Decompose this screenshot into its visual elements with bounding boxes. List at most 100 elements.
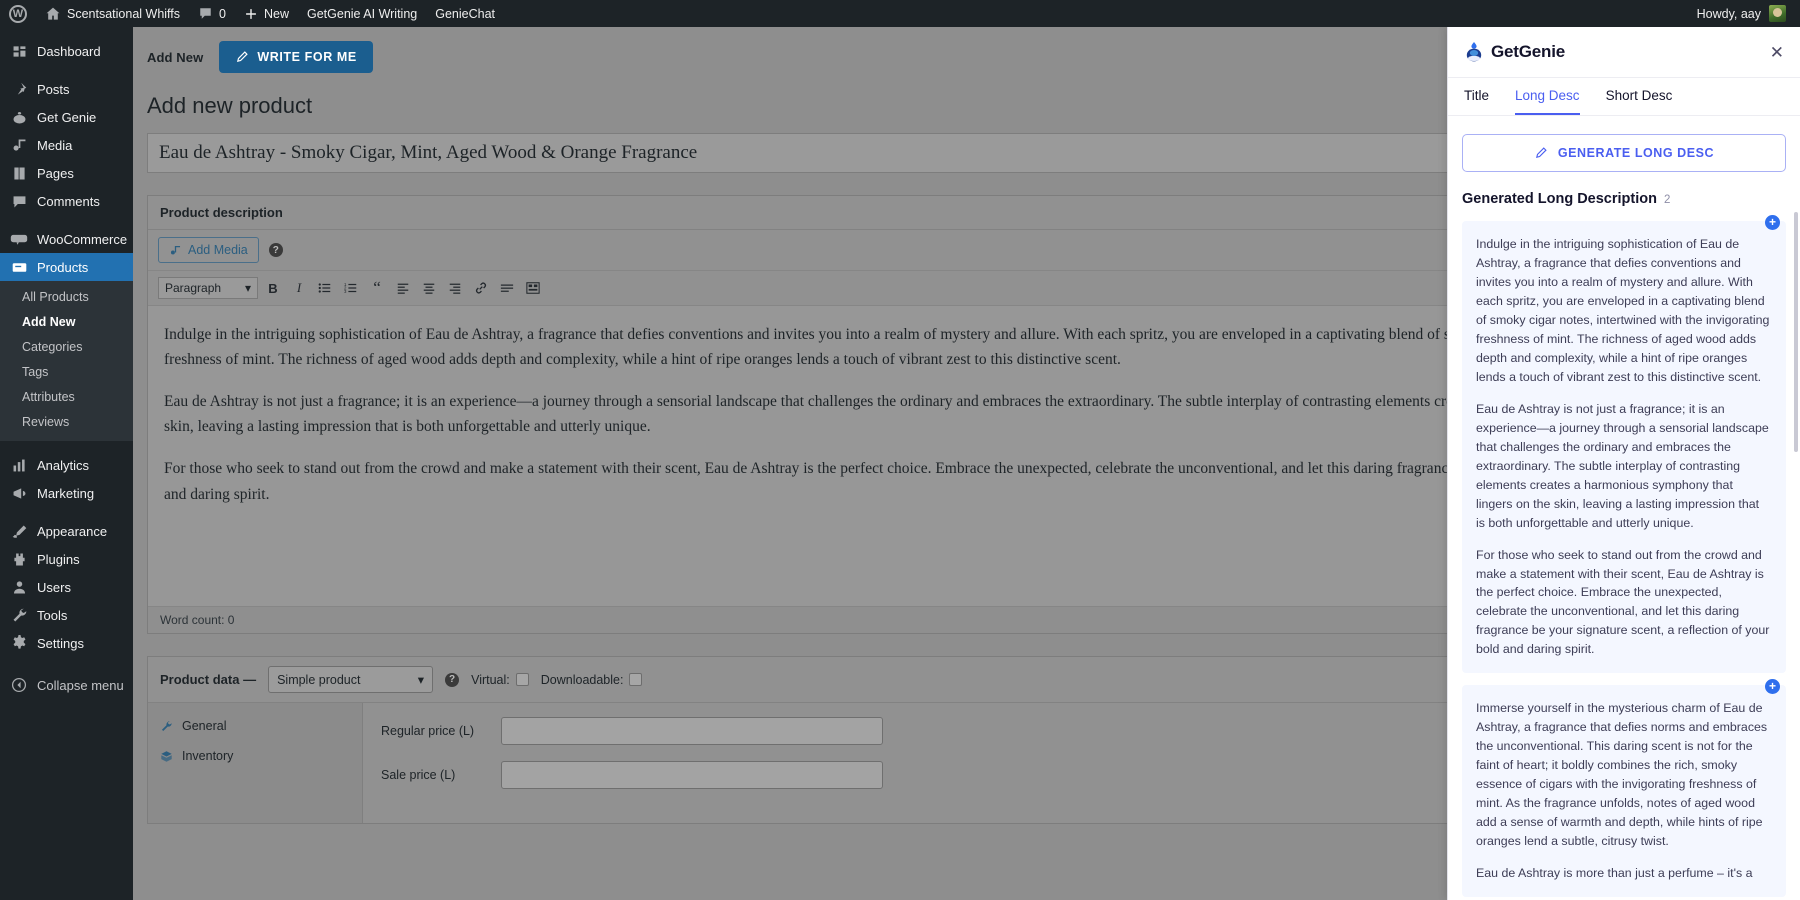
sidebar-item-label: Appearance [37, 524, 107, 539]
comments-count: 0 [219, 7, 226, 21]
submenu-label: Tags [22, 365, 48, 379]
generated-card[interactable]: + Immerse yourself in the mysterious cha… [1462, 685, 1786, 897]
product-type-value: Simple product [277, 673, 360, 687]
avatar [1769, 5, 1786, 22]
sale-price-input[interactable] [501, 761, 883, 789]
sidebar-item-dashboard[interactable]: Dashboard [0, 37, 133, 65]
getgenie-scrollbar[interactable] [1794, 212, 1798, 452]
sidebar-item-marketing[interactable]: Marketing [0, 479, 133, 507]
bulleted-list-icon[interactable] [314, 277, 336, 299]
sidebar-item-users[interactable]: Users [0, 573, 133, 601]
tab-title[interactable]: Title [1464, 88, 1489, 115]
tab-long-desc[interactable]: Long Desc [1515, 88, 1580, 115]
wordpress-logo-button[interactable] [0, 0, 36, 27]
sidebar-item-media[interactable]: Media [0, 131, 133, 159]
generated-results-title: Generated Long Description [1462, 191, 1657, 207]
sidebar-item-get-genie[interactable]: Get Genie [0, 103, 133, 131]
bold-icon[interactable]: B [262, 277, 284, 299]
new-content-button[interactable]: New [235, 0, 298, 27]
site-name-link[interactable]: Scentsational Whiffs [36, 0, 189, 27]
sidebar-item-label: Pages [37, 166, 74, 181]
sidebar-subitem-tags[interactable]: Tags [0, 360, 133, 385]
product-tab-label: Inventory [182, 749, 233, 763]
sidebar-subitem-reviews[interactable]: Reviews [0, 410, 133, 435]
generate-long-desc-button[interactable]: GENERATE LONG DESC [1462, 134, 1786, 172]
account-menu[interactable]: Howdy, aay [1697, 5, 1800, 22]
regular-price-input[interactable] [501, 717, 883, 745]
card-paragraph: Immerse yourself in the mysterious charm… [1476, 699, 1770, 851]
close-icon[interactable]: ✕ [1770, 44, 1784, 61]
dashboard-icon [10, 42, 28, 60]
sidebar-subitem-categories[interactable]: Categories [0, 335, 133, 360]
megaphone-icon [10, 484, 28, 502]
blockquote-icon[interactable]: “ [366, 277, 388, 299]
comments-bubble-button[interactable]: 0 [189, 0, 235, 27]
add-media-button[interactable]: Add Media [158, 237, 259, 263]
sidebar-subitem-attributes[interactable]: Attributes [0, 385, 133, 410]
products-icon [10, 258, 28, 276]
sidebar-subitem-add-new[interactable]: Add New [0, 310, 133, 335]
generated-card[interactable]: + Indulge in the intriguing sophisticati… [1462, 221, 1786, 673]
align-center-icon[interactable] [418, 277, 440, 299]
sidebar-item-label: Tools [37, 608, 67, 623]
pencil-icon [235, 50, 249, 64]
wrench-icon [10, 606, 28, 624]
submenu-label: Reviews [22, 415, 69, 429]
sidebar-item-label: Media [37, 138, 72, 153]
align-right-icon[interactable] [444, 277, 466, 299]
sidebar-item-pages[interactable]: Pages [0, 159, 133, 187]
sidebar-item-label: Plugins [37, 552, 80, 567]
sidebar-item-products[interactable]: Products [0, 253, 133, 281]
plus-circle-icon[interactable]: + [1765, 215, 1780, 230]
sidebar-item-label: Settings [37, 636, 84, 651]
help-icon[interactable]: ? [445, 673, 459, 687]
collapse-menu-label: Collapse menu [37, 678, 124, 693]
sidebar-item-label: Marketing [37, 486, 94, 501]
link-icon[interactable] [470, 277, 492, 299]
help-icon[interactable]: ? [269, 243, 283, 257]
read-more-icon[interactable] [496, 277, 518, 299]
product-tab-inventory[interactable]: Inventory [148, 741, 362, 771]
toolbar-toggle-icon[interactable] [522, 277, 544, 299]
getgenie-ai-writing-menu[interactable]: GetGenie AI Writing [298, 0, 426, 27]
sidebar-subitem-all-products[interactable]: All Products [0, 285, 133, 310]
plugin-icon [10, 550, 28, 568]
pencil-icon [1534, 146, 1548, 160]
geniechat-menu[interactable]: GenieChat [426, 0, 504, 27]
paragraph-format-select[interactable]: Paragraph ▾ [158, 277, 258, 299]
sidebar-item-label: Posts [37, 82, 70, 97]
sidebar-item-comments[interactable]: Comments [0, 187, 133, 215]
downloadable-checkbox-row[interactable]: Downloadable: [541, 673, 643, 687]
write-for-me-button[interactable]: WRITE FOR ME [219, 41, 373, 73]
italic-icon[interactable]: I [288, 277, 310, 299]
sidebar-item-analytics[interactable]: Analytics [0, 451, 133, 479]
product-type-select[interactable]: Simple product ▾ [268, 666, 433, 693]
add-new-link[interactable]: Add New [147, 50, 203, 65]
sidebar-item-plugins[interactable]: Plugins [0, 545, 133, 573]
plus-circle-icon[interactable]: + [1765, 679, 1780, 694]
sidebar-item-woocommerce[interactable]: WooCommerce [0, 225, 133, 253]
numbered-list-icon[interactable]: 123 [340, 277, 362, 299]
getgenie-panel: GetGenie ✕ Title Long Desc Short Desc GE… [1447, 27, 1800, 900]
geniechat-menu-label: GenieChat [435, 7, 495, 21]
collapse-arrow-icon [10, 676, 28, 694]
media-icon [169, 244, 182, 257]
sidebar-item-tools[interactable]: Tools [0, 601, 133, 629]
product-data-label: Product data — [160, 672, 256, 687]
card-paragraph: For those who seek to stand out from the… [1476, 546, 1770, 660]
virtual-checkbox[interactable] [516, 673, 529, 686]
products-submenu: All Products Add New Categories Tags Att… [0, 281, 133, 441]
sidebar-item-appearance[interactable]: Appearance [0, 517, 133, 545]
downloadable-checkbox[interactable] [629, 673, 642, 686]
sidebar-item-posts[interactable]: Posts [0, 75, 133, 103]
home-icon [45, 6, 61, 22]
align-left-icon[interactable] [392, 277, 414, 299]
howdy-label: Howdy, aay [1697, 7, 1761, 21]
getgenie-logo: GetGenie [1464, 41, 1565, 63]
tab-short-desc[interactable]: Short Desc [1606, 88, 1673, 115]
brush-icon [10, 522, 28, 540]
product-tab-general[interactable]: General [148, 711, 362, 741]
sidebar-item-settings[interactable]: Settings [0, 629, 133, 657]
collapse-menu-button[interactable]: Collapse menu [0, 671, 133, 699]
virtual-checkbox-row[interactable]: Virtual: [471, 673, 529, 687]
